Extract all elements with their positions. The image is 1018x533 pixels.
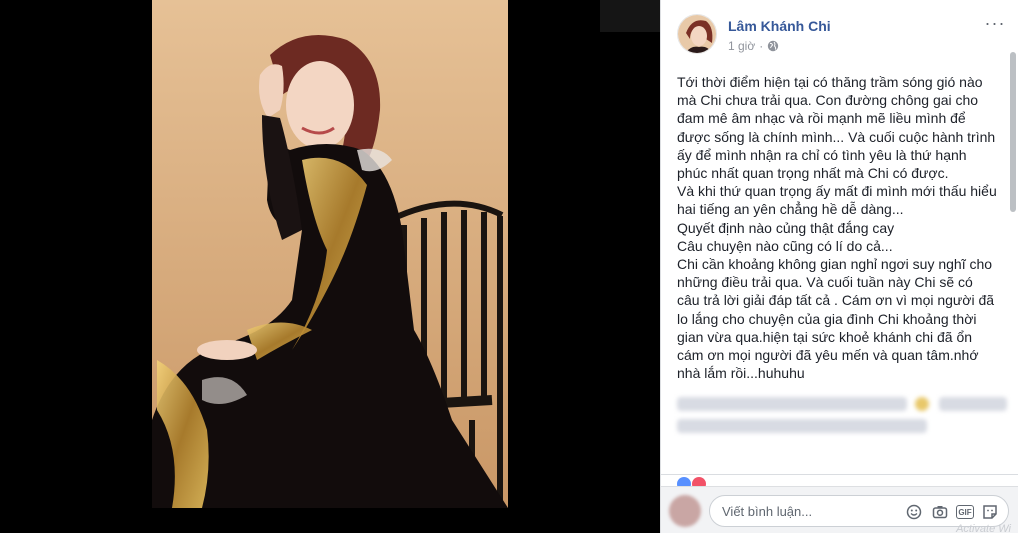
post-photo[interactable] xyxy=(152,0,508,508)
viewer-top-control[interactable] xyxy=(600,0,660,32)
post-paragraph: Và khi thứ quan trọng ấy mất đi mình mới… xyxy=(677,183,1001,218)
gif-icon[interactable]: GIF xyxy=(956,505,974,519)
globe-icon[interactable] xyxy=(767,40,779,52)
comment-composer: GIF Activate Wi xyxy=(661,486,1018,533)
photo-illustration xyxy=(152,0,508,508)
post-meta: 1 giờ · xyxy=(728,39,779,53)
comment-tools: GIF xyxy=(904,502,1000,522)
post-paragraph: Quyết định nào củng thật đắng cay xyxy=(677,219,895,236)
post-text: Tới thời điểm hiện tại có thăng trầm són… xyxy=(677,73,997,382)
activation-watermark: Activate Wi xyxy=(956,523,1011,533)
post-panel: Lâm Khánh Chi 1 giờ · ··· Tới thời điểm … xyxy=(660,0,1018,533)
camera-icon[interactable] xyxy=(930,502,950,522)
viewer-avatar xyxy=(669,495,701,527)
more-options-icon[interactable]: ··· xyxy=(983,14,1007,36)
sticker-icon[interactable] xyxy=(980,502,1000,522)
author-name[interactable]: Lâm Khánh Chi xyxy=(728,18,831,34)
post-paragraph: Câu chuyện nào cũng có lí do cả... xyxy=(677,237,893,254)
post-header: Lâm Khánh Chi 1 giờ · ··· xyxy=(677,12,1007,56)
meta-separator: · xyxy=(759,39,764,53)
scrollbar[interactable] xyxy=(1010,52,1016,212)
post-paragraph: Chi cần khoảng không gian nghỉ ngơi suy … xyxy=(677,256,998,382)
author-avatar[interactable] xyxy=(677,14,717,54)
divider xyxy=(661,474,1018,475)
emoji-icon[interactable] xyxy=(904,502,924,522)
comment-input[interactable] xyxy=(722,502,892,520)
blurred-reactions xyxy=(677,397,1007,437)
post-paragraph: Tới thời điểm hiện tại có thăng trầm són… xyxy=(677,74,1000,182)
photo-viewer xyxy=(0,0,660,533)
post-timestamp[interactable]: 1 giờ xyxy=(728,39,755,53)
